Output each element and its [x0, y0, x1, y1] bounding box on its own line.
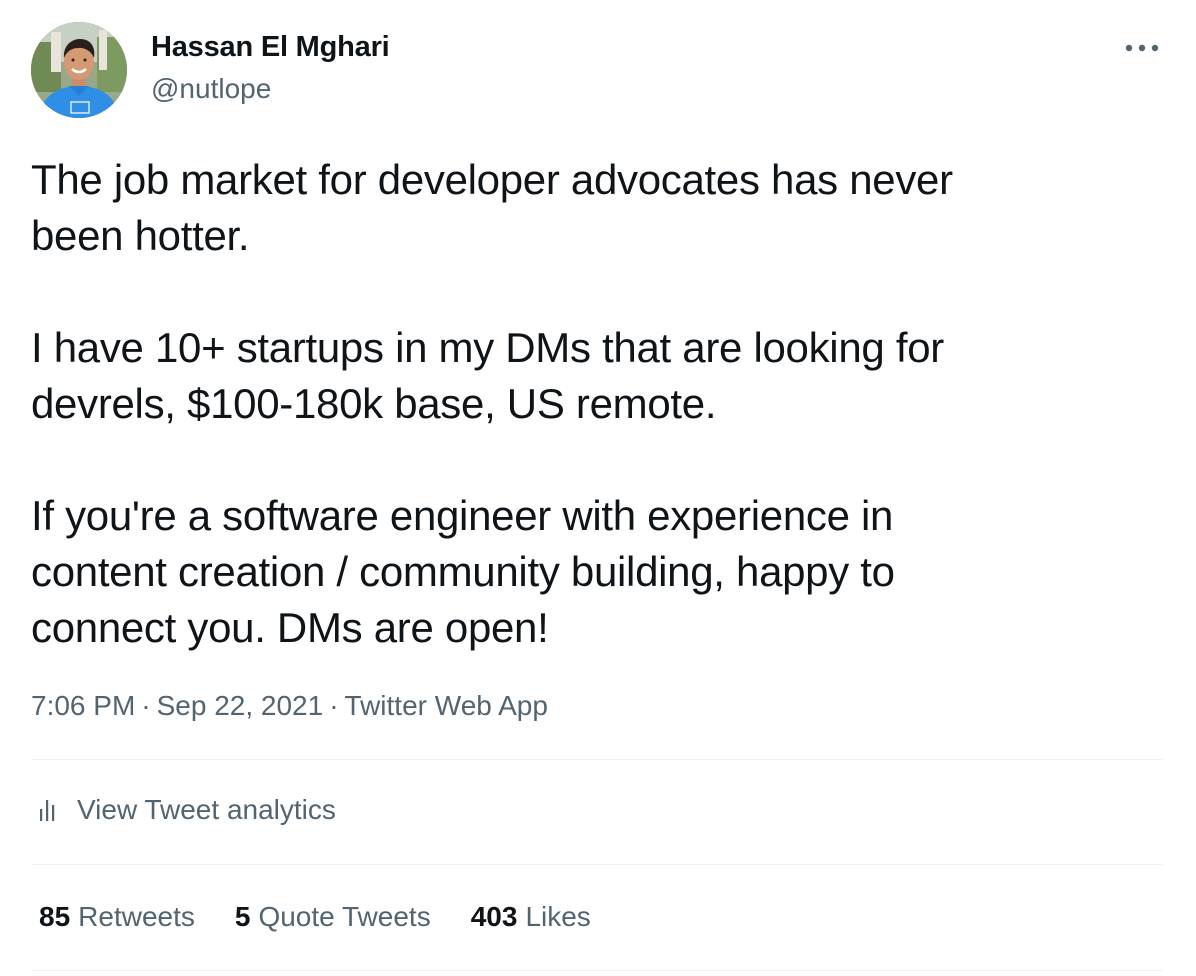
avatar-photo	[31, 22, 127, 118]
quote-tweets-count: 5	[234, 901, 251, 932]
author-handle[interactable]: @nutlope	[151, 73, 271, 105]
tweet-meta: 7:06 PM · Sep 22, 2021 · Twitter Web App	[31, 690, 548, 722]
tweet-paragraph: I have 10+ startups in my DMs that are l…	[31, 324, 944, 427]
quote-tweets-label: Quote Tweets	[258, 901, 431, 932]
tweet-paragraph: The job market for developer advocates h…	[31, 156, 953, 259]
meta-separator: ·	[329, 690, 339, 721]
retweets-label: Retweets	[78, 901, 195, 932]
tweet-stats: 85 Retweets 5 Quote Tweets 403 Likes	[39, 901, 631, 933]
tweet-date[interactable]: Sep 22, 2021	[157, 690, 324, 721]
meta-separator: ·	[141, 690, 151, 721]
divider	[31, 970, 1163, 971]
divider	[31, 864, 1163, 865]
tweet-paragraph: If you're a software engineer with exper…	[31, 492, 895, 651]
avatar[interactable]	[31, 22, 127, 118]
quote-tweets-stat[interactable]: 5 Quote Tweets	[235, 901, 431, 933]
author-name[interactable]: Hassan El Mghari	[151, 31, 390, 64]
retweets-stat[interactable]: 85 Retweets	[39, 901, 195, 933]
likes-count: 403	[470, 901, 518, 932]
tweet-text: The job market for developer advocates h…	[31, 152, 1131, 656]
tweet-card: Hassan El Mghari @nutlope The job market…	[0, 0, 1196, 976]
view-analytics-link[interactable]: View Tweet analytics	[31, 794, 336, 826]
retweets-count: 85	[39, 901, 71, 932]
view-analytics-label: View Tweet analytics	[77, 794, 336, 825]
likes-label: Likes	[525, 901, 591, 932]
more-options-button[interactable]	[1122, 34, 1162, 62]
tweet-source[interactable]: Twitter Web App	[345, 690, 548, 721]
likes-stat[interactable]: 403 Likes	[471, 901, 591, 933]
divider	[31, 759, 1163, 760]
bar-chart-icon	[40, 800, 55, 821]
tweet-time[interactable]: 7:06 PM	[31, 690, 135, 721]
more-dots-icon	[1125, 44, 1159, 52]
